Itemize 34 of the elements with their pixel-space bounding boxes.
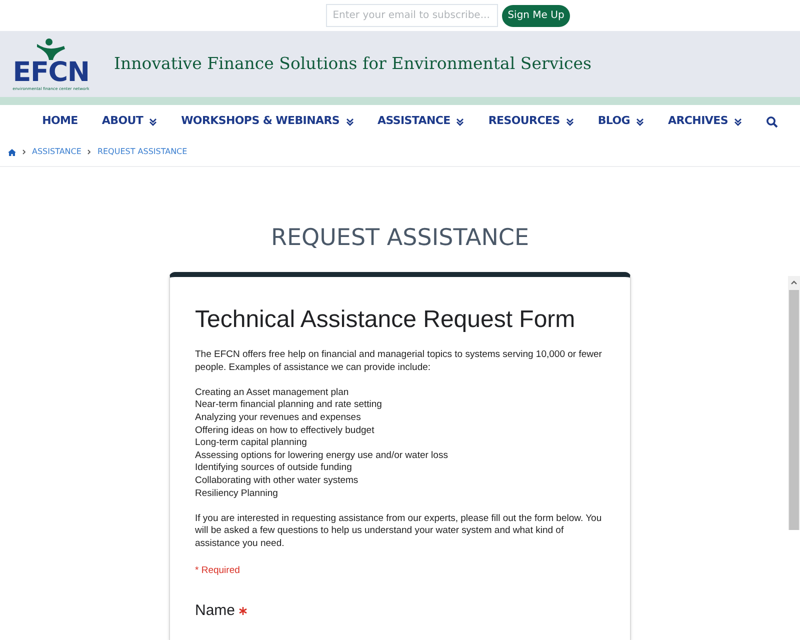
assistance-item: Analyzing your revenues and expenses <box>195 412 362 425</box>
assistance-item: Creating an Asset management plan <box>195 386 350 400</box>
assistance-item: Assessing options for lowering energy use and/or water loss <box>195 450 449 462</box>
question-text: Name <box>195 605 236 618</box>
assistance-item: Offering ideas on how to effectively budget <box>195 424 376 438</box>
email-field[interactable]: Enter your email to subscribe... <box>326 4 498 27</box>
search-icon[interactable] <box>766 116 778 128</box>
nav-item[interactable]: BLOG <box>598 113 644 130</box>
outro-paragraph: If you are interested in requesting assistance from our experts, please fill out the form below. You will be asked a few questions to help us understand your water system and what kind of assistance you need. <box>195 512 603 550</box>
figure-logo-icon <box>34 38 68 60</box>
logo-letters: EFCN <box>12 60 90 86</box>
required-note: * Required <box>195 564 241 578</box>
nav-item[interactable]: ABOUT <box>102 113 158 130</box>
page-title: REQUEST ASSISTANCE <box>270 227 530 250</box>
subscribe-button[interactable]: Sign Me Up <box>502 4 570 26</box>
chevron-icon <box>22 149 26 155</box>
assistance-item: Identifying sources of outside funding <box>195 462 353 475</box>
form-title: Technical Assistance Request Form <box>195 305 576 335</box>
intro-paragraph: The EFCN offers free help on financial and managerial topics to systems serving 10,000 or fewer people. Examples of assistance we can provide include: <box>195 349 603 374</box>
nav-item[interactable]: WORKSHOPS & WEBINARS <box>181 113 354 130</box>
assistance-item: Near-term financial planning and rate setting <box>195 399 383 412</box>
breadcrumb-link[interactable]: ASSISTANCE <box>32 146 82 158</box>
assistance-item: Long-term capital planning <box>195 437 308 450</box>
scrollbar-drawing[interactable] <box>788 276 800 530</box>
assistance-item: Resiliency Planning <box>195 488 279 500</box>
nav-item[interactable]: HOME <box>42 113 78 130</box>
assistance-item: Collaborating with other water systems <box>195 474 360 488</box>
home-icon[interactable] <box>8 148 16 156</box>
nav-item[interactable]: RESOURCES <box>488 113 574 130</box>
nav-item[interactable]: ARCHIVES <box>668 113 742 130</box>
nav-item[interactable]: ASSISTANCE <box>378 113 464 130</box>
chevron-icon <box>87 149 92 155</box>
breadcrumb-link[interactable]: REQUEST ASSISTANCE <box>97 146 188 158</box>
site-tagline: Innovative Finance Solutions for Environmental Services <box>114 52 592 75</box>
